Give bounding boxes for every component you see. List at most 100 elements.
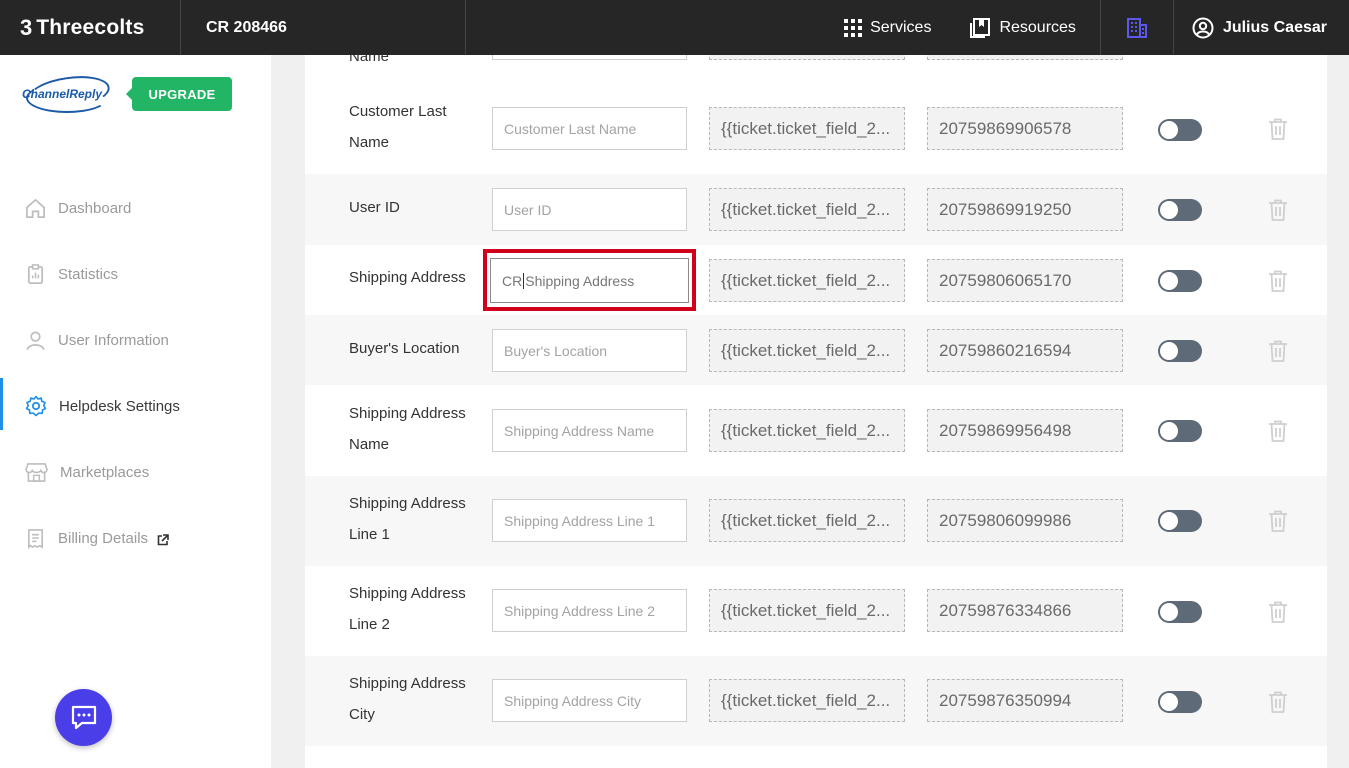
field-toggle[interactable] <box>1158 691 1202 713</box>
organization-button[interactable] <box>1099 0 1174 55</box>
field-id: 20759806065170 <box>927 259 1123 302</box>
highlight-box <box>483 249 696 311</box>
field-toggle[interactable] <box>1158 340 1202 362</box>
sidebar-item-dashboard[interactable]: Dashboard <box>0 175 271 241</box>
book-icon <box>970 17 991 38</box>
sidebar-item-label: User Information <box>58 331 169 349</box>
sidebar-item-label: Marketplaces <box>60 463 150 481</box>
home-icon <box>26 198 45 218</box>
field-name-input[interactable]: Buyer's Location <box>492 329 687 372</box>
brand-name: Threecolts <box>36 15 145 39</box>
field-toggle[interactable] <box>1158 270 1202 292</box>
logo-text: ChannelReply <box>22 87 103 101</box>
external-link-icon <box>157 534 169 546</box>
channelreply-logo[interactable]: ChannelReply <box>22 71 112 115</box>
field-toggle[interactable] <box>1158 119 1202 141</box>
template-field <box>709 55 905 60</box>
sidebar-item-user-information[interactable]: User Information <box>0 307 271 373</box>
field-id <box>927 55 1123 60</box>
sidebar-item-label: Statistics <box>58 265 119 283</box>
field-name-input[interactable]: Shipping Address Line 1 <box>492 499 687 542</box>
brand-mark: 3 <box>20 14 33 40</box>
clipboard-icon <box>27 263 44 284</box>
table-row: Name <box>305 55 1327 84</box>
table-row: Shipping Address Name Shipping Address N… <box>305 385 1327 476</box>
sidebar: ChannelReply UPGRADE Dashboard Statistic… <box>0 55 271 768</box>
sidebar-item-label: Billing Details <box>58 529 149 547</box>
field-toggle[interactable] <box>1158 601 1202 623</box>
field-label: Customer Last Name <box>349 103 447 151</box>
field-name-input[interactable]: Shipping Address Name <box>492 409 687 452</box>
table-row: Shipping Address Line 2 Shipping Address… <box>305 566 1327 656</box>
field-name-input[interactable]: Shipping Address Line 2 <box>492 589 687 632</box>
resources-button[interactable]: Resources <box>957 0 1087 55</box>
field-name-input[interactable]: User ID <box>492 188 687 231</box>
services-label: Services <box>870 18 932 36</box>
field-id: 20759869919250 <box>927 188 1123 231</box>
field-id: 20759876334866 <box>927 589 1123 632</box>
template-field: {{ticket.ticket_field_2... <box>709 329 905 372</box>
trash-icon[interactable] <box>1267 269 1289 293</box>
field-label: Shipping Address Line 1 <box>349 495 466 543</box>
field-label: Shipping Address <box>349 269 466 286</box>
field-name-input[interactable]: Customer Last Name <box>492 107 687 150</box>
field-id: 20759806099986 <box>927 499 1123 542</box>
field-name-input[interactable] <box>492 55 687 60</box>
template-field: {{ticket.ticket_field_2... <box>709 107 905 150</box>
field-id: 20759860216594 <box>927 329 1123 372</box>
sidebar-item-label: Dashboard <box>58 199 132 217</box>
table-row: Shipping Address City Shipping Address C… <box>305 656 1327 746</box>
sidebar-item-statistics[interactable]: Statistics <box>0 241 271 307</box>
field-toggle[interactable] <box>1158 510 1202 532</box>
input-placeholder: User ID <box>504 201 552 218</box>
sidebar-item-helpdesk-settings[interactable]: Helpdesk Settings <box>0 373 271 439</box>
store-icon <box>25 462 48 482</box>
trash-icon[interactable] <box>1267 600 1289 624</box>
template-field: {{ticket.ticket_field_2... <box>709 499 905 542</box>
grid-icon <box>844 18 863 37</box>
input-placeholder: Shipping Address Line 2 <box>504 602 655 619</box>
field-toggle[interactable] <box>1158 420 1202 442</box>
sidebar-menu: Dashboard Statistics User Information He… <box>0 175 271 571</box>
channelreply-logo-mark: ChannelReply <box>22 71 112 115</box>
gear-icon <box>25 395 47 417</box>
template-field: {{ticket.ticket_field_2... <box>709 259 905 302</box>
upgrade-button[interactable]: UPGRADE <box>126 77 232 111</box>
field-label: Name <box>349 55 390 65</box>
field-name-input[interactable]: Shipping Address City <box>492 679 687 722</box>
field-label: User ID <box>349 199 400 216</box>
chat-icon <box>71 705 96 729</box>
input-placeholder: Buyer's Location <box>504 342 608 359</box>
account-id[interactable]: CR 208466 <box>181 0 466 55</box>
trash-icon[interactable] <box>1267 690 1289 714</box>
trash-icon[interactable] <box>1267 198 1289 222</box>
main-content: Name Customer Last Name Customer Last Na… <box>271 55 1349 768</box>
table-row: Shipping Address Line 1 Shipping Address… <box>305 476 1327 566</box>
sidebar-item-label: Helpdesk Settings <box>59 397 180 415</box>
services-button[interactable]: Services <box>832 0 943 55</box>
template-field: {{ticket.ticket_field_2... <box>709 679 905 722</box>
trash-icon[interactable] <box>1267 117 1289 141</box>
table-row: Shipping Address CR Shipping Address {{ti… <box>305 245 1327 315</box>
chat-support-button[interactable] <box>55 689 112 746</box>
table-row: Customer Last Name Customer Last Name {{… <box>305 84 1327 174</box>
resources-label: Resources <box>999 18 1076 36</box>
sidebar-item-billing-details[interactable]: Billing Details <box>0 505 271 571</box>
field-label: Shipping Address Line 2 <box>349 585 466 633</box>
user-menu[interactable]: Julius Caesar <box>1174 0 1349 55</box>
field-id: 20759869956498 <box>927 409 1123 452</box>
trash-icon[interactable] <box>1267 419 1289 443</box>
input-placeholder: Shipping Address Line 1 <box>504 512 655 529</box>
field-label: Shipping Address Name <box>349 405 466 453</box>
table-row: Buyer's Location Buyer's Location {{tick… <box>305 315 1327 385</box>
table-row: User ID User ID {{ticket.ticket_field_2.… <box>305 174 1327 245</box>
threecolts-logo[interactable]: 3 Threecolts <box>0 0 181 55</box>
field-toggle[interactable] <box>1158 199 1202 221</box>
trash-icon[interactable] <box>1267 339 1289 363</box>
template-field: {{ticket.ticket_field_2... <box>709 188 905 231</box>
field-id: 20759876350994 <box>927 679 1123 722</box>
receipt-icon <box>28 528 43 549</box>
building-icon <box>1126 17 1147 38</box>
trash-icon[interactable] <box>1267 509 1289 533</box>
sidebar-item-marketplaces[interactable]: Marketplaces <box>0 439 271 505</box>
